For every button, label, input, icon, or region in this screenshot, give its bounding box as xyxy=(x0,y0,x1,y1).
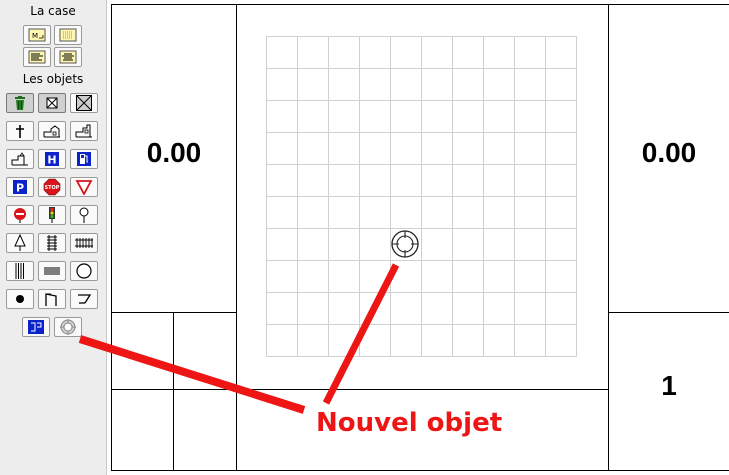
callout-line-to-palette xyxy=(78,335,306,414)
annotation-overlay xyxy=(78,230,419,414)
new-object-callout: Nouvel objet xyxy=(316,408,503,438)
callout-line-to-target xyxy=(322,263,400,405)
new-object-target-icon[interactable] xyxy=(391,230,419,258)
